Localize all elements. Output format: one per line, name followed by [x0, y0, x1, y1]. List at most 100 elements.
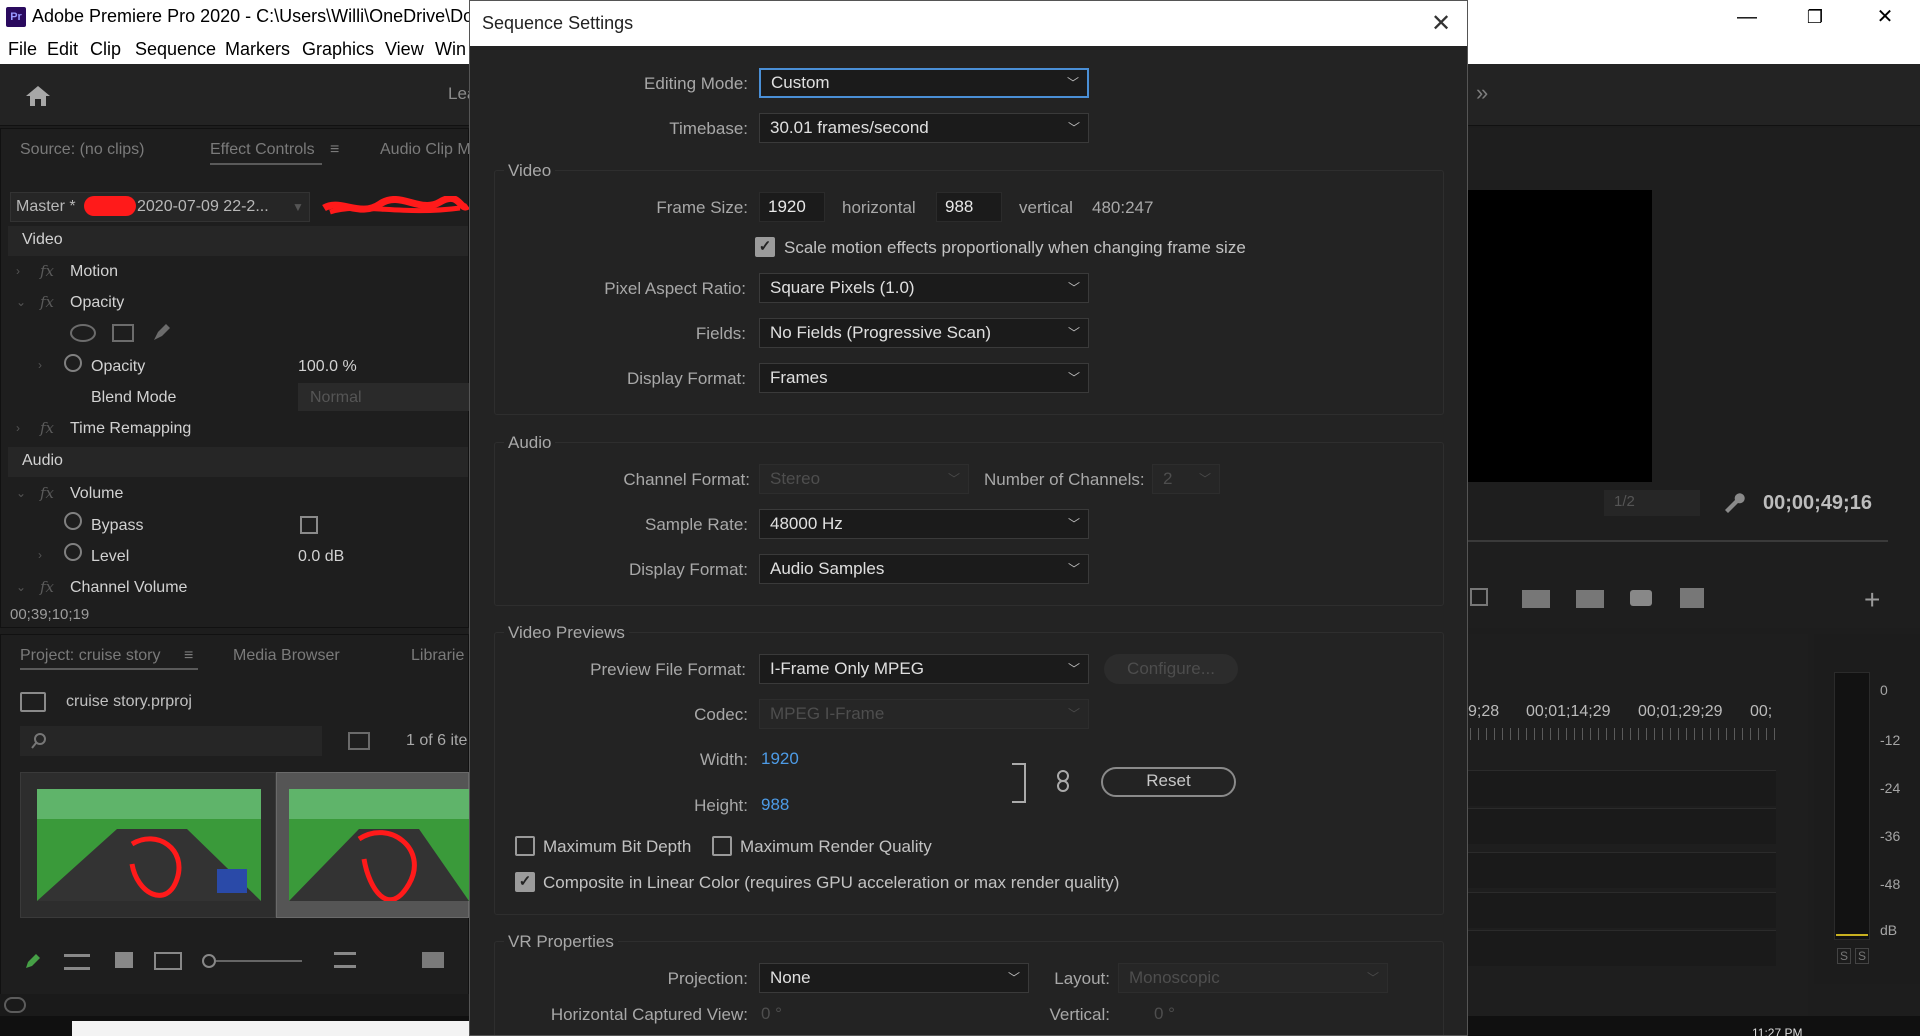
tab-effect-controls[interactable]: Effect Controls — [210, 141, 315, 159]
max-render-quality-checkbox[interactable] — [712, 836, 732, 856]
program-timecode[interactable]: 00;00;49;16 — [1763, 492, 1872, 515]
workspace-overflow-icon[interactable]: » — [1476, 80, 1488, 106]
editing-mode-dropdown[interactable]: Custom ﹀ — [759, 68, 1089, 98]
reset-button[interactable]: Reset — [1101, 767, 1236, 797]
panel-menu-icon[interactable]: ≡ — [330, 141, 339, 159]
chevron-right-icon[interactable]: › — [16, 421, 20, 435]
pixel-aspect-dropdown[interactable]: Square Pixels (1.0) ﹀ — [759, 273, 1089, 303]
configure-button[interactable]: Configure... — [1104, 654, 1238, 684]
stopwatch-icon[interactable] — [64, 512, 82, 530]
effect-volume[interactable]: Volume — [70, 485, 123, 503]
composite-linear-checkbox[interactable]: ✓ — [515, 872, 535, 892]
video-display-format-dropdown[interactable]: Frames ﹀ — [759, 363, 1089, 393]
chevron-right-icon[interactable]: › — [38, 358, 42, 372]
dialog-close-button[interactable]: ✕ — [1426, 9, 1456, 39]
pencil-icon[interactable] — [24, 952, 42, 970]
bypass-checkbox[interactable] — [300, 516, 318, 534]
menu-markers[interactable]: Markers — [225, 39, 290, 60]
pen-mask-icon[interactable] — [150, 320, 174, 344]
fields-dropdown[interactable]: No Fields (Progressive Scan) ﹀ — [759, 318, 1089, 348]
audio-display-format-dropdown[interactable]: Audio Samples ﹀ — [759, 554, 1089, 584]
tab-media-browser[interactable]: Media Browser — [233, 647, 340, 665]
fx-icon[interactable]: fx — [40, 293, 54, 311]
creative-cloud-icon[interactable] — [4, 997, 26, 1013]
playback-ruler[interactable] — [1468, 540, 1888, 542]
channel-format-dropdown[interactable]: Stereo ﹀ — [759, 464, 969, 494]
project-search-input[interactable] — [20, 726, 322, 756]
home-icon[interactable] — [24, 84, 52, 108]
add-button-icon[interactable]: + — [1864, 584, 1880, 616]
lift-icon[interactable] — [1522, 590, 1550, 608]
effect-time-remapping[interactable]: Time Remapping — [70, 420, 191, 438]
vr-vertical-value[interactable]: 0 ° — [1154, 1004, 1175, 1024]
clip-thumbnail[interactable] — [276, 772, 469, 918]
chevron-down-icon[interactable]: ⌄ — [16, 295, 26, 309]
solo-button[interactable]: S — [1855, 948, 1869, 964]
tab-audio-clip-mixer[interactable]: Audio Clip M — [380, 141, 471, 159]
new-bin-icon[interactable] — [348, 732, 370, 750]
chevron-down-icon[interactable]: ▼ — [292, 200, 304, 214]
effect-motion[interactable]: Motion — [70, 263, 118, 281]
menu-edit[interactable]: Edit — [47, 39, 78, 60]
sample-rate-dropdown[interactable]: 48000 Hz ﹀ — [759, 509, 1089, 539]
max-bit-depth-label[interactable]: Maximum Bit Depth — [543, 837, 691, 857]
preview-height-value[interactable]: 988 — [761, 795, 789, 815]
zoom-slider-track[interactable] — [216, 960, 302, 962]
rectangle-mask-icon[interactable] — [112, 324, 134, 342]
chevron-right-icon[interactable]: › — [38, 548, 42, 562]
scale-motion-checkbox[interactable]: ✓ — [755, 237, 775, 257]
solo-button[interactable]: S — [1837, 948, 1851, 964]
list-view-icon[interactable] — [64, 954, 90, 970]
extract-icon[interactable] — [1576, 590, 1604, 608]
timebase-dropdown[interactable]: 30.01 frames/second ﹀ — [759, 113, 1089, 143]
effect-opacity[interactable]: Opacity — [70, 294, 124, 312]
zoom-slider-handle[interactable] — [202, 954, 216, 968]
preview-width-value[interactable]: 1920 — [761, 749, 799, 769]
composite-linear-label[interactable]: Composite in Linear Color (requires GPU … — [543, 873, 1119, 893]
maximize-button[interactable]: ❐ — [1780, 0, 1850, 34]
num-channels-dropdown[interactable]: 2 ﹀ — [1152, 464, 1220, 494]
menu-file[interactable]: File — [8, 39, 37, 60]
close-app-button[interactable]: ✕ — [1850, 0, 1920, 34]
frame-width-input[interactable]: 1920 — [759, 192, 825, 222]
scale-motion-label[interactable]: Scale motion effects proportionally when… — [784, 238, 1246, 258]
automate-to-sequence-icon[interactable] — [422, 952, 444, 968]
chevron-down-icon[interactable]: ⌄ — [16, 486, 26, 500]
timeline-track[interactable] — [1468, 770, 1776, 806]
menu-window[interactable]: Win — [435, 39, 466, 60]
chevron-down-icon[interactable]: ⌄ — [16, 580, 26, 594]
tab-libraries[interactable]: Librarie — [411, 647, 464, 665]
icon-view-icon[interactable] — [115, 952, 133, 968]
max-bit-depth-checkbox[interactable] — [515, 836, 535, 856]
layout-dropdown[interactable]: Monoscopic ﹀ — [1118, 963, 1388, 993]
ellipse-mask-icon[interactable] — [70, 324, 96, 342]
timeline-track[interactable] — [1468, 892, 1776, 928]
frame-height-input[interactable]: 988 — [936, 192, 1002, 222]
comparison-view-icon[interactable] — [1680, 588, 1704, 608]
timeline-track[interactable] — [1468, 808, 1776, 844]
menu-sequence[interactable]: Sequence — [135, 39, 216, 60]
fx-icon[interactable]: fx — [40, 578, 54, 596]
fx-icon[interactable]: fx — [40, 419, 54, 437]
wrench-icon[interactable] — [1722, 490, 1746, 514]
insert-icon[interactable] — [1470, 588, 1488, 606]
timeline-track[interactable] — [1468, 852, 1776, 888]
projection-dropdown[interactable]: None ﹀ — [759, 963, 1029, 993]
minimize-button[interactable]: — — [1712, 0, 1782, 34]
fx-icon[interactable]: fx — [40, 262, 54, 280]
preview-file-format-dropdown[interactable]: I-Frame Only MPEG ﹀ — [759, 654, 1089, 684]
codec-dropdown[interactable]: MPEG I-Frame ﹀ — [759, 699, 1089, 729]
sort-icon[interactable] — [334, 952, 356, 968]
camera-icon[interactable] — [1630, 590, 1652, 606]
link-chain-icon[interactable] — [1056, 769, 1070, 793]
panel-menu-icon[interactable]: ≡ — [184, 647, 193, 665]
timeline-track[interactable] — [1468, 930, 1776, 966]
menu-clip[interactable]: Clip — [90, 39, 121, 60]
max-render-quality-label[interactable]: Maximum Render Quality — [740, 837, 932, 857]
effect-channel-volume[interactable]: Channel Volume — [70, 579, 187, 597]
timeline-ruler[interactable] — [1470, 728, 1776, 740]
level-value[interactable]: 0.0 dB — [298, 548, 344, 566]
menu-graphics[interactable]: Graphics — [302, 39, 374, 60]
tab-source[interactable]: Source: (no clips) — [20, 141, 145, 159]
freeform-view-icon[interactable] — [154, 952, 182, 970]
